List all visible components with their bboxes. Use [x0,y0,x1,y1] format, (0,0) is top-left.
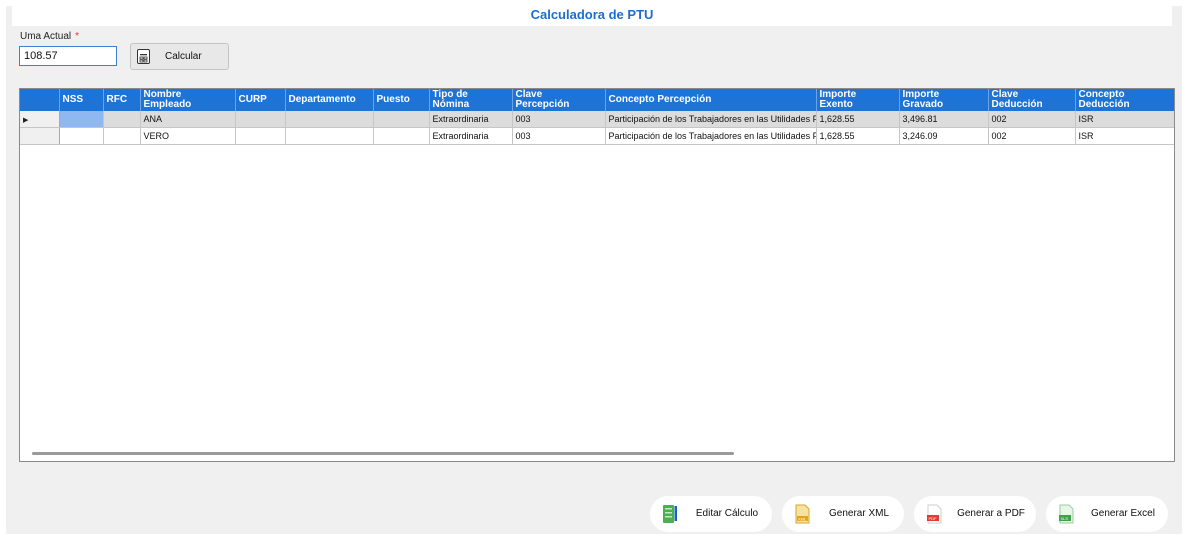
cell-gravado[interactable]: 3,246.09 [899,127,989,145]
column-header-concepto_d[interactable]: Concepto Deducción [1075,89,1174,111]
cell-concepto_d[interactable]: ISR [1075,127,1174,145]
cell-curp[interactable] [235,127,286,145]
title-bar: Calculadora de PTU [12,6,1172,26]
row-header[interactable] [20,127,60,145]
svg-text:PDF: PDF [929,516,938,521]
editar-calculo-button[interactable]: Editar Cálculo [650,496,772,532]
generar-pdf-label: Generar a PDF [957,508,1025,519]
grid-table: NSS RFC Nombre Empleado CURP Departamento Pue… [20,89,1174,145]
employees-grid[interactable]: NSS RFC Nombre Empleado CURP Departamento Pue… [19,88,1175,462]
column-header-nss[interactable]: NSS [59,89,104,111]
uma-input[interactable] [19,46,117,66]
cell-rfc[interactable] [103,111,141,128]
grid-header-row: NSS RFC Nombre Empleado CURP Departamento Pue… [20,89,1174,111]
editar-calculo-label: Editar Cálculo [695,508,759,519]
svg-text:XLS: XLS [1061,516,1069,521]
column-header-rfc[interactable]: RFC [103,89,141,111]
uma-label: Uma Actual * [20,31,79,42]
cell-clave_p[interactable]: 003 [512,127,606,145]
row-header[interactable]: ▶ [20,111,60,128]
horizontal-scrollbar[interactable] [32,452,734,455]
cell-puesto[interactable] [373,127,430,145]
generar-excel-button[interactable]: XLS Generar Excel [1046,496,1168,532]
cell-clave_d[interactable]: 002 [988,111,1076,128]
cell-curp[interactable] [235,111,286,128]
column-header-exento[interactable]: Importe Exento [816,89,900,111]
calcular-button-label: Calcular [165,51,202,62]
cell-clave_d[interactable]: 002 [988,127,1076,145]
cell-nombre[interactable]: ANA [140,111,236,128]
column-header-clave_p[interactable]: Clave Percepción [512,89,606,111]
spreadsheet-edit-icon [663,505,677,523]
svg-text:XML: XML [798,516,807,521]
cell-puesto[interactable] [373,111,430,128]
current-row-indicator-icon: ▶ [23,117,29,124]
cell-nss[interactable] [59,111,104,128]
calculator-icon [137,49,150,64]
column-header-nombre[interactable]: Nombre Empleado [140,89,236,111]
cell-depto[interactable] [285,111,374,128]
excel-file-icon: XLS [1059,504,1074,524]
table-row[interactable]: VERO Extraordinaria 003 Participación de lo… [20,127,1174,145]
column-header-depto[interactable]: Departamento [285,89,374,111]
generar-pdf-button[interactable]: PDF Generar a PDF [914,496,1036,532]
cell-depto[interactable] [285,127,374,145]
required-mark: * [75,31,80,42]
calcular-button[interactable]: Calcular [130,43,229,70]
cell-rfc[interactable] [103,127,141,145]
column-header-puesto[interactable]: Puesto [373,89,430,111]
row-header-corner [20,89,60,111]
column-header-clave_d[interactable]: Clave Deducción [988,89,1076,111]
cell-gravado[interactable]: 3,496.81 [899,111,989,128]
column-header-gravado[interactable]: Importe Gravado [899,89,989,111]
generar-excel-label: Generar Excel [1091,508,1155,519]
xml-file-icon: XML [795,504,810,524]
cell-tipo[interactable]: Extraordinaria [429,111,513,128]
generar-xml-label: Generar XML [828,508,890,519]
column-header-concepto_p[interactable]: Concepto Percepción [605,89,817,111]
cell-nombre[interactable]: VERO [140,127,236,145]
cell-clave_p[interactable]: 003 [512,111,606,128]
cell-nss[interactable] [59,127,104,145]
table-row[interactable]: ▶ ANA Extraordinaria 003 Participación de lo… [20,111,1174,128]
page-title: Calculadora de PTU [530,7,654,22]
cell-concepto_p[interactable]: Participación de los Trabajadores en las… [605,127,817,145]
cell-concepto_d[interactable]: ISR [1075,111,1174,128]
cell-tipo[interactable]: Extraordinaria [429,127,513,145]
pdf-file-icon: PDF [927,504,942,524]
column-header-tipo[interactable]: Tipo de Nómina [429,89,513,111]
column-header-curp[interactable]: CURP [235,89,286,111]
cell-exento[interactable]: 1,628.55 [816,111,900,128]
cell-exento[interactable]: 1,628.55 [816,127,900,145]
uma-label-text: Uma Actual [20,31,72,42]
generar-xml-button[interactable]: XML Generar XML [782,496,904,532]
cell-concepto_p[interactable]: Participación de los Trabajadores en las… [605,111,817,128]
